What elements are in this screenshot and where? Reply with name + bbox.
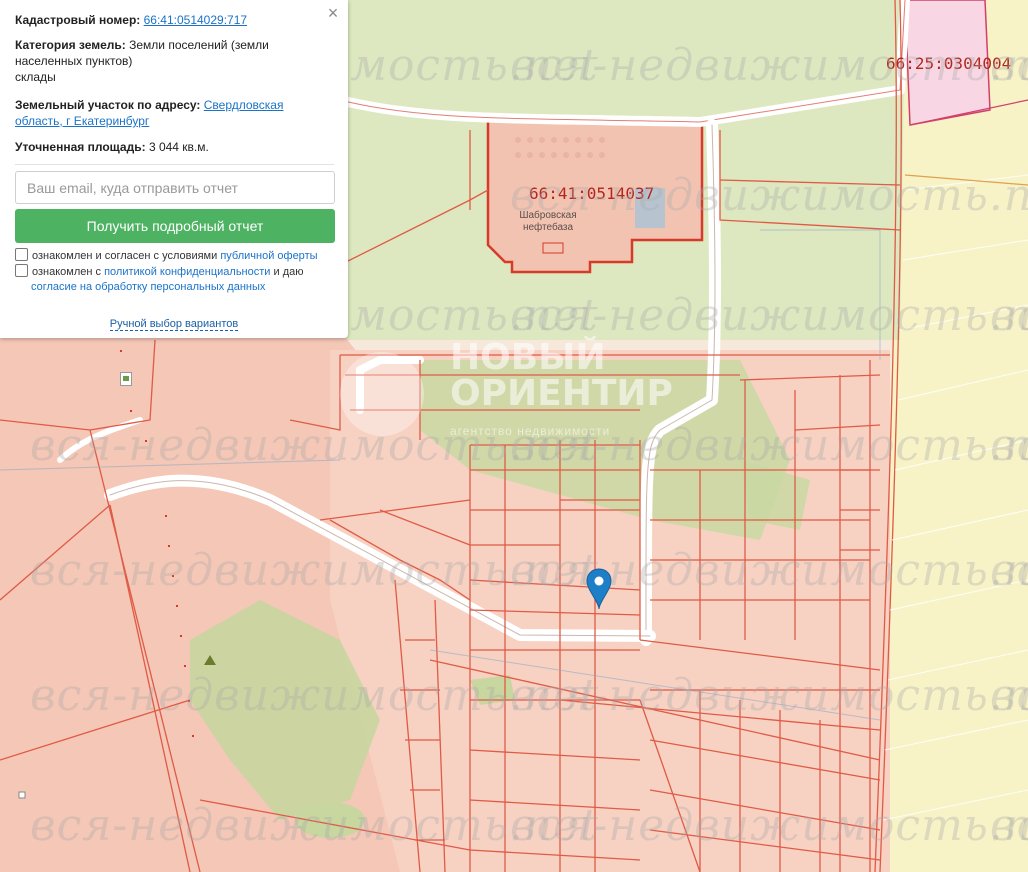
area-label: Уточненная площадь: <box>15 140 146 154</box>
offer-text: ознакомлен и согласен с условиями <box>32 250 218 262</box>
divider <box>15 164 334 165</box>
address-label: Земельный участок по адресу: <box>15 98 201 112</box>
manual-selection-link[interactable]: Ручной выбор вариантов <box>109 318 239 331</box>
get-report-button[interactable]: Получить подробный отчет <box>15 209 335 243</box>
location-pin-icon[interactable] <box>586 568 612 610</box>
privacy-tail-text: и даю <box>273 266 304 278</box>
image-placeholder-icon <box>120 372 132 391</box>
manual-selection: Ручной выбор вариантов <box>0 318 348 331</box>
cadastral-number-row: Кадастровый номер: 66:41:0514029:717 <box>15 12 334 28</box>
privacy-checkbox[interactable] <box>15 264 28 277</box>
parcel-info-panel: × Кадастровый номер: 66:41:0514029:717 К… <box>0 0 348 338</box>
plot-label-east: 66:25:0304004 <box>886 54 1012 73</box>
land-category-label: Категория земель: <box>15 38 126 52</box>
email-input[interactable] <box>15 171 335 204</box>
land-category-row: Категория земель: Земли поселений (земли… <box>15 37 334 85</box>
privacy-consent-row: ознакомлен с политикой конфиденциальност… <box>15 264 304 295</box>
offer-consent-row: ознакомлен и согласен с условиями публич… <box>15 248 318 264</box>
tree-icon <box>204 652 216 670</box>
offer-checkbox[interactable] <box>15 248 28 261</box>
public-offer-link[interactable]: публичной оферты <box>220 250 317 262</box>
poi-label-oil-depot: Шабровская нефтебаза <box>519 210 577 233</box>
square-marker-icon <box>18 786 26 804</box>
land-use-value: склады <box>15 70 56 84</box>
privacy-policy-link[interactable]: политикой конфиденциальности <box>104 266 270 278</box>
area-value: 3 044 кв.м. <box>148 140 209 154</box>
plot-label-depot: 66:41:0514037 <box>529 184 655 203</box>
cadastral-number-label: Кадастровый номер: <box>15 13 141 27</box>
address-row: Земельный участок по адресу: Свердловска… <box>15 97 334 129</box>
cadastral-number-link[interactable]: 66:41:0514029:717 <box>144 13 247 27</box>
privacy-text: ознакомлен с <box>32 266 102 278</box>
area-row: Уточненная площадь: 3 044 кв.м. <box>15 139 334 155</box>
data-processing-consent-link[interactable]: согласие на обработку персональных данны… <box>31 281 265 293</box>
